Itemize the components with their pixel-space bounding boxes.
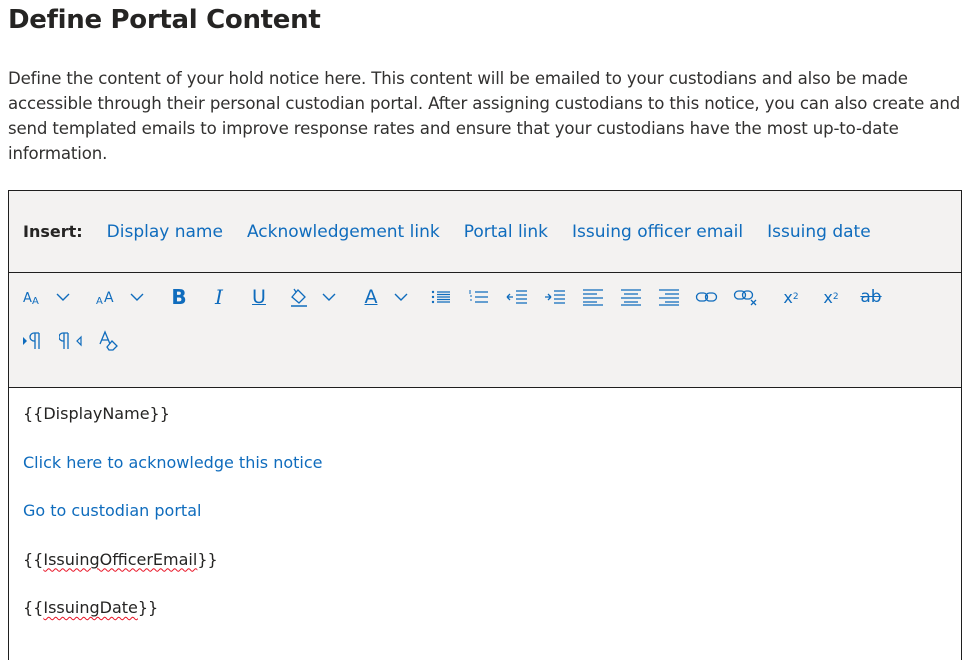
rtl-direction-icon[interactable] xyxy=(59,327,83,355)
page-description: Define the content of your hold notice h… xyxy=(8,69,961,163)
underline-icon[interactable]: U xyxy=(247,283,271,311)
align-left-icon[interactable] xyxy=(581,283,605,311)
content-editor[interactable]: {{DisplayName}} Click here to acknowledg… xyxy=(9,388,961,620)
superscript-mark: 2 xyxy=(792,292,799,302)
align-right-icon[interactable] xyxy=(657,283,681,311)
display-name-placeholder: {{DisplayName}} xyxy=(23,404,170,423)
issuing-date-placeholder: {{IssuingDate}} xyxy=(23,596,961,620)
font-size-dropdown-icon[interactable] xyxy=(51,283,75,311)
insert-issuing-date-link[interactable]: Issuing date xyxy=(767,222,871,242)
font-color-dropdown-icon[interactable] xyxy=(389,283,413,311)
brace-open: {{ xyxy=(23,598,44,617)
subscript-base: x xyxy=(823,287,833,307)
align-center-icon[interactable] xyxy=(619,283,643,311)
svg-text:A: A xyxy=(104,290,114,306)
font-size-icon[interactable]: AA xyxy=(21,283,45,311)
insert-link-icon[interactable] xyxy=(695,283,719,311)
subscript-icon[interactable]: x2 xyxy=(819,283,843,311)
issuing-officer-email-placeholder: {{IssuingOfficerEmail}} xyxy=(23,548,961,572)
increase-indent-icon[interactable] xyxy=(543,283,567,311)
svg-text:A: A xyxy=(23,291,32,306)
bold-icon[interactable]: B xyxy=(167,283,191,311)
issuing-officer-email-token: IssuingOfficerEmail xyxy=(43,549,198,569)
font-style-icon[interactable]: AA xyxy=(95,283,119,311)
font-color-icon[interactable]: A xyxy=(359,283,383,311)
insert-label: Insert: xyxy=(23,222,83,241)
decrease-indent-icon[interactable] xyxy=(505,283,529,311)
page-title: Define Portal Content xyxy=(8,5,321,35)
superscript-base: x xyxy=(783,287,793,307)
toolbar-row-1: AA AA B I U A x 2 x 2 ab xyxy=(21,279,961,315)
insert-bar: Insert: Display name Acknowledgement lin… xyxy=(9,191,961,273)
clear-formatting-icon[interactable] xyxy=(97,327,121,355)
subscript-mark: 2 xyxy=(832,292,839,302)
portal-content-panel: Insert: Display name Acknowledgement lin… xyxy=(8,190,962,660)
insert-portal-link[interactable]: Portal link xyxy=(464,222,548,242)
bullet-list-icon[interactable] xyxy=(429,283,453,311)
highlight-icon[interactable] xyxy=(287,283,311,311)
numbered-list-icon[interactable] xyxy=(467,283,491,311)
highlight-dropdown-icon[interactable] xyxy=(317,283,341,311)
insert-acknowledgement-link[interactable]: Acknowledgement link xyxy=(247,222,440,242)
custodian-portal-link[interactable]: Go to custodian portal xyxy=(23,499,961,523)
insert-issuing-officer-email-link[interactable]: Issuing officer email xyxy=(572,222,743,242)
acknowledge-notice-link[interactable]: Click here to acknowledge this notice xyxy=(23,451,961,475)
font-style-dropdown-icon[interactable] xyxy=(125,283,149,311)
toolbar-row-2 xyxy=(21,323,961,359)
insert-display-name-link[interactable]: Display name xyxy=(107,222,223,242)
svg-text:A: A xyxy=(32,296,39,307)
strikethrough-icon[interactable]: ab xyxy=(859,283,883,311)
ltr-direction-icon[interactable] xyxy=(21,327,45,355)
remove-link-icon[interactable] xyxy=(733,283,759,311)
superscript-icon[interactable]: x2 xyxy=(779,283,803,311)
brace-close: }} xyxy=(197,549,218,569)
italic-icon[interactable]: I xyxy=(207,283,231,311)
issuing-date-token: IssuingDate xyxy=(43,598,138,617)
brace-open: {{ xyxy=(23,549,44,569)
svg-text:A: A xyxy=(96,296,103,307)
brace-close: }} xyxy=(137,598,159,617)
formatting-toolbar: AA AA B I U A x 2 x 2 ab xyxy=(9,273,961,388)
